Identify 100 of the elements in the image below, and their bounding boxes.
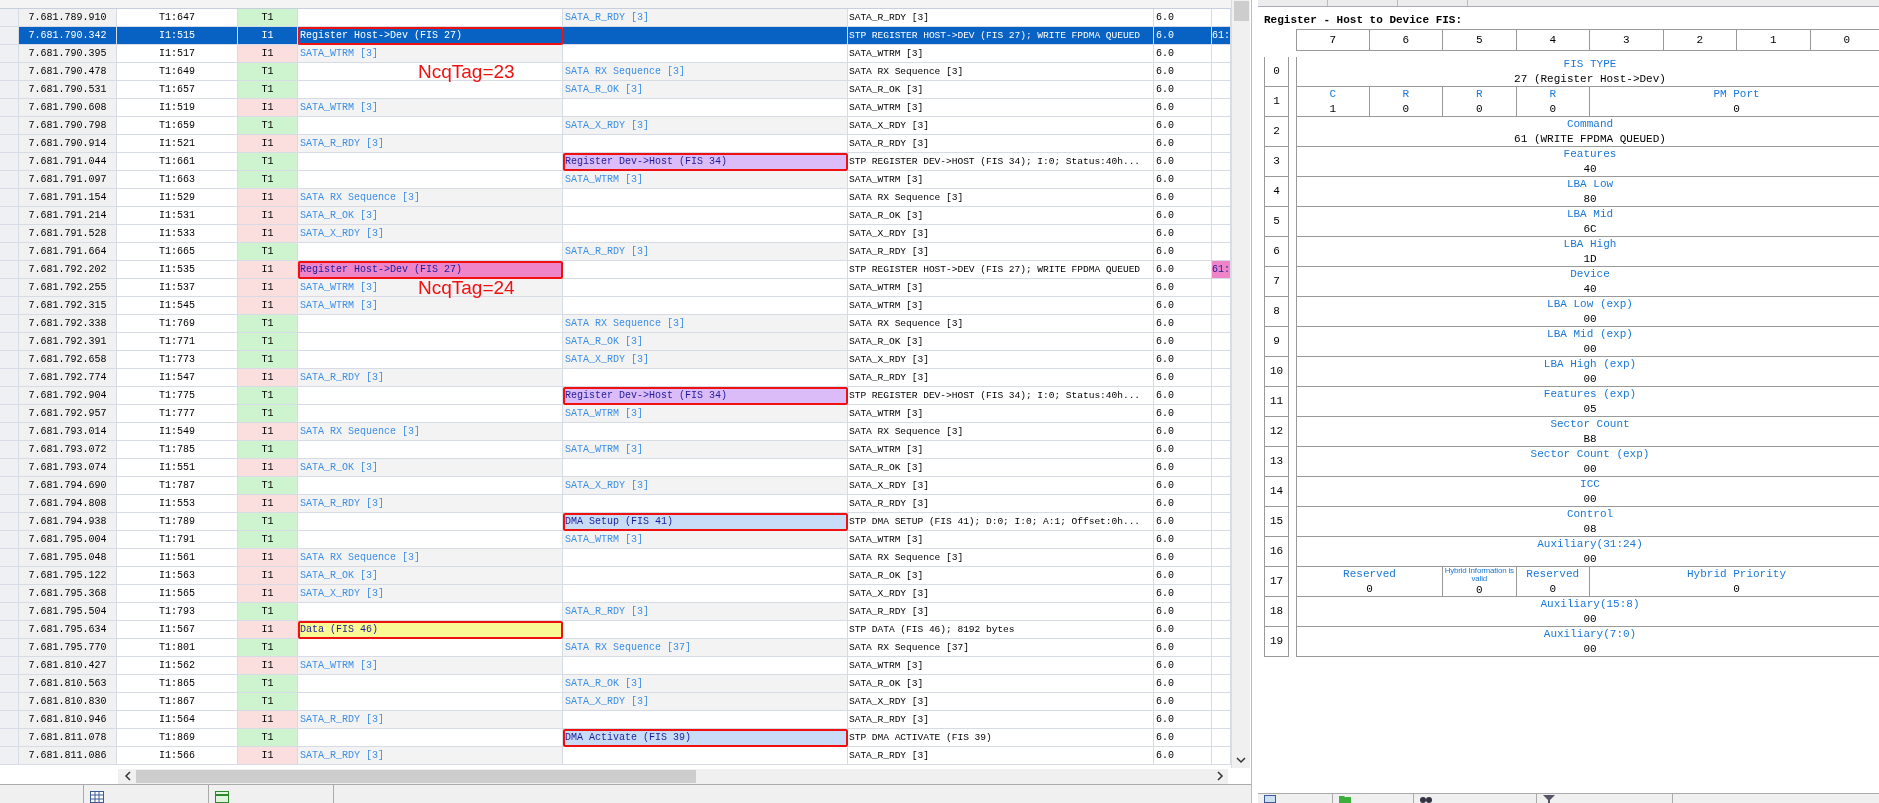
time-cell: 7.681.792.904	[19, 387, 117, 405]
vertical-scrollbar[interactable]	[1231, 0, 1250, 768]
packet-row[interactable]: 7.681.795.004 T1:791 T1 SATA_WTRM [3] SATA_WTRM [3] 6.0	[0, 531, 1231, 549]
packet-row[interactable]: 7.681.792.904 T1:775 T1 Register Dev->Host (FIS 34) STP REGISTER DEV->HOST (FIS 34); I:0; Status:40h... 6.0	[0, 387, 1231, 405]
protocol-cell[interactable]: DMA Setup (FIS 41)	[563, 513, 848, 531]
packet-row[interactable]: 7.681.810.830 T1:867 T1 SATA_X_RDY [3] SATA_X_RDY [3] 6.0	[0, 693, 1231, 711]
byte-index: 0	[1264, 57, 1289, 87]
packet-row[interactable]: 7.681.795.048 I1:561 I1 SATA RX Sequence [3] SATA RX Sequence [3] 6.0	[0, 549, 1231, 567]
packet-row[interactable]: 7.681.795.634 I1:567 I1 Data (FIS 46) STP DATA (FIS 46); 8192 bytes 6.0	[0, 621, 1231, 639]
time-cell: 7.681.794.938	[19, 513, 117, 531]
detail-cell: SATA_X_RDY [3]	[848, 225, 1154, 243]
packet-row[interactable]: 7.681.791.664 T1:665 T1 SATA_R_RDY [3] SATA_R_RDY [3] 6.0	[0, 243, 1231, 261]
detail-cell: SATA_R_RDY [3]	[848, 747, 1154, 765]
speed-cell: 6.0	[1154, 63, 1212, 81]
packet-row[interactable]: 7.681.793.074 I1:551 I1 SATA_R_OK [3] SATA_R_OK [3] 6.0	[0, 459, 1231, 477]
row-header	[0, 135, 19, 153]
row-header	[0, 441, 19, 459]
packet-row[interactable]: 7.681.795.770 T1:801 T1 SATA RX Sequence [37] SATA RX Sequence [37] 6.0	[0, 639, 1231, 657]
bit-header: 3	[1590, 29, 1664, 51]
channel-cell: I1	[238, 135, 298, 153]
packet-row[interactable]: 7.681.790.531 T1:657 T1 SATA_R_OK [3] SATA_R_OK [3] 6.0	[0, 81, 1231, 99]
time-cell: 7.681.795.504	[19, 603, 117, 621]
packet-row[interactable]: 7.681.790.914 I1:521 I1 SATA_R_RDY [3] SATA_R_RDY [3] 6.0	[0, 135, 1231, 153]
packet-row[interactable]: 7.681.792.255 I1:537 I1 SATA_WTRM [3] NcqTag=24 SATA_WTRM [3] 6.0	[0, 279, 1231, 297]
packet-row[interactable]: 7.681.794.808 I1:553 I1 SATA_R_RDY [3] SATA_R_RDY [3] 6.0	[0, 495, 1231, 513]
packet-row[interactable]: 7.681.792.338 T1:769 T1 SATA RX Sequence [3] SATA RX Sequence [3] 6.0	[0, 315, 1231, 333]
packet-row[interactable]: 7.681.792.658 T1:773 T1 SATA_X_RDY [3] SATA_X_RDY [3] 6.0	[0, 351, 1231, 369]
packet-row[interactable]: 7.681.790.798 T1:659 T1 SATA_X_RDY [3] SATA_X_RDY [3] 6.0	[0, 117, 1231, 135]
packet-row[interactable]: 7.681.795.368 I1:565 I1 SATA_X_RDY [3] SATA_X_RDY [3] 6.0	[0, 585, 1231, 603]
protocol-cell[interactable]: DMA Activate (FIS 39)	[563, 729, 848, 747]
detail-cell: SATA RX Sequence [3]	[848, 63, 1154, 81]
scroll-left-icon[interactable]	[124, 771, 132, 781]
field-label: PM Port	[1713, 87, 1760, 102]
protocol-cell[interactable]: Register Dev->Host (FIS 34)	[563, 153, 848, 171]
packet-row[interactable]: 7.681.790.608 I1:519 I1 SATA_WTRM [3] SATA_WTRM [3] 6.0	[0, 99, 1231, 117]
packet-row[interactable]: 7.681.795.504 T1:793 T1 SATA_R_RDY [3] SATA_R_RDY [3] 6.0	[0, 603, 1231, 621]
speed-cell: 6.0	[1154, 225, 1212, 243]
packet-row[interactable]: 7.681.810.946 I1:564 I1 SATA_R_RDY [3] SATA_R_RDY [3] 6.0	[0, 711, 1231, 729]
speed-cell: 6.0	[1154, 585, 1212, 603]
speed-cell: 6.0	[1154, 153, 1212, 171]
horizontal-scrollbar[interactable]	[118, 768, 1228, 784]
scrollbar-thumb[interactable]	[1233, 1, 1249, 21]
packet-row[interactable]: 7.681.792.315 I1:545 I1 SATA_WTRM [3] SATA_WTRM [3] 6.0	[0, 297, 1231, 315]
packet-row[interactable]: 7.681.811.086 I1:566 I1 SATA_R_RDY [3] SATA_R_RDY [3] 6.0	[0, 747, 1231, 765]
bit-header: 1	[1737, 29, 1811, 51]
scrollbar-thumb[interactable]	[136, 769, 696, 783]
channel-cell: T1	[238, 405, 298, 423]
packet-row[interactable]: 7.681.791.044 T1:661 T1 Register Dev->Host (FIS 34) STP REGISTER DEV->HOST (FIS 34); I:0; Status:40h... 6.0	[0, 153, 1231, 171]
field-label: Reserved	[1526, 567, 1580, 582]
field-value: 00	[1583, 342, 1597, 356]
field-label: Reserved	[1343, 567, 1396, 582]
speed-cell: 6.0	[1154, 99, 1212, 117]
time-cell: 7.681.795.122	[19, 567, 117, 585]
packet-row[interactable]: 7.681.793.072 T1:785 T1 SATA_WTRM [3] SATA_WTRM [3] 6.0	[0, 441, 1231, 459]
detail-cell: SATA_R_RDY [3]	[848, 495, 1154, 513]
packet-row[interactable]: 7.681.794.938 T1:789 T1 DMA Setup (FIS 41) STP DMA SETUP (FIS 41); D:0; I:0; A:1; Offset:0h... 6.0	[0, 513, 1231, 531]
time-cell: 7.681.794.808	[19, 495, 117, 513]
packet-row[interactable]: 7.681.791.528 I1:533 I1 SATA_X_RDY [3] SATA_X_RDY [3] 6.0	[0, 225, 1231, 243]
packet-row[interactable]: 7.681.790.478 T1:649 T1 NcqTag=23 SATA RX Sequence [3] SATA RX Sequence [3] 6.0	[0, 63, 1231, 81]
field-label: LBA Mid (exp)	[1547, 327, 1633, 342]
packet-row[interactable]: 7.681.795.122 I1:563 I1 SATA_R_OK [3] SATA_R_OK [3] 6.0	[0, 567, 1231, 585]
packet-row[interactable]: 7.681.792.774 I1:547 I1 SATA_R_RDY [3] SATA_R_RDY [3] 6.0	[0, 369, 1231, 387]
protocol-cell[interactable]: Data (FIS 46)	[298, 621, 563, 639]
packet-row[interactable]: 7.681.810.427 I1:562 I1 SATA_WTRM [3] SATA_WTRM [3] 6.0	[0, 657, 1231, 675]
row-header	[0, 387, 19, 405]
detail-cell: SATA_WTRM [3]	[848, 171, 1154, 189]
time-cell: 7.681.792.391	[19, 333, 117, 351]
packet-row[interactable]: 7.681.791.214 I1:531 I1 SATA_R_OK [3] SATA_R_OK [3] 6.0	[0, 207, 1231, 225]
detail-cell: SATA_WTRM [3]	[848, 297, 1154, 315]
packet-row[interactable]: 7.681.811.078 T1:869 T1 DMA Activate (FIS 39) STP DMA ACTIVATE (FIS 39) 6.0	[0, 729, 1231, 747]
field-label: FIS TYPE	[1563, 57, 1617, 72]
row-header	[0, 585, 19, 603]
scroll-down-icon[interactable]	[1236, 756, 1246, 764]
protocol-cell[interactable]: Register Dev->Host (FIS 34)	[563, 387, 848, 405]
packet-row[interactable]: 7.681.793.014 I1:549 I1 SATA RX Sequence [3] SATA RX Sequence [3] 6.0	[0, 423, 1231, 441]
packet-row[interactable]: 7.681.792.957 T1:777 T1 SATA_WTRM [3] SATA_WTRM [3] 6.0	[0, 405, 1231, 423]
packet-row[interactable]: 7.681.790.342 I1:515 I1 Register Host->Dev (FIS 27) STP REGISTER HOST->DEV (FIS 27); WRITE FPDMA QUEUED 6.0 61:	[0, 27, 1231, 45]
channel-cell: T1	[238, 9, 298, 27]
protocol-cell[interactable]: Register Host->Dev (FIS 27)	[298, 27, 563, 45]
packet-row[interactable]: 7.681.794.690 T1:787 T1 SATA_X_RDY [3] SATA_X_RDY [3] 6.0	[0, 477, 1231, 495]
packet-row[interactable]: 7.681.789.910 T1:647 T1 SATA_R_RDY [3] SATA_R_RDY [3] 6.0	[0, 9, 1231, 27]
packet-row[interactable]: 7.681.791.097 T1:663 T1 SATA_WTRM [3] SATA_WTRM [3] 6.0	[0, 171, 1231, 189]
packet-row[interactable]: 7.681.792.391 T1:771 T1 SATA_R_OK [3] SATA_R_OK [3] 6.0	[0, 333, 1231, 351]
detail-cell: SATA_X_RDY [3]	[848, 351, 1154, 369]
scroll-right-icon[interactable]	[1216, 771, 1224, 781]
row-header	[0, 9, 19, 27]
packet-row[interactable]: 7.681.810.563 T1:865 T1 SATA_R_OK [3] SATA_R_OK [3] 6.0	[0, 675, 1231, 693]
row-header	[0, 27, 19, 45]
packet-row[interactable]: 7.681.790.395 I1:517 I1 SATA_WTRM [3] SATA_WTRM [3] 6.0	[0, 45, 1231, 63]
speed-cell: 6.0	[1154, 81, 1212, 99]
packet-row[interactable]: 7.681.792.202 I1:535 I1 Register Host->Dev (FIS 27) STP REGISTER HOST->DEV (FIS 27); WRITE FPDMA QUEUED 6.0 61:	[0, 261, 1231, 279]
time-cell: 7.681.792.338	[19, 315, 117, 333]
channel-cell: T1	[238, 729, 298, 747]
protocol-cell[interactable]: Register Host->Dev (FIS 27)	[298, 261, 563, 279]
table-icon	[215, 791, 229, 803]
channel-cell: I1	[238, 711, 298, 729]
field-label: Auxiliary(7:0)	[1543, 627, 1637, 642]
packet-row[interactable]: 7.681.791.154 I1:529 I1 SATA RX Sequence [3] SATA RX Sequence [3] 6.0	[0, 189, 1231, 207]
detail-cell: SATA_R_RDY [3]	[848, 603, 1154, 621]
channel-cell: T1	[238, 513, 298, 531]
